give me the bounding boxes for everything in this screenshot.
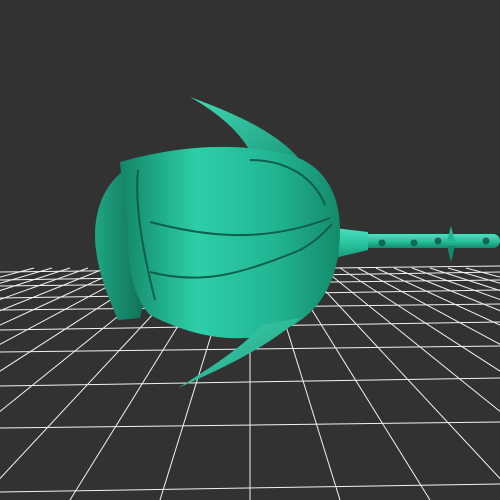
grid-line: [393, 267, 500, 312]
grid-line: [339, 267, 500, 372]
3d-viewport[interactable]: [0, 0, 500, 500]
grid-line: [303, 267, 500, 480]
scene-canvas[interactable]: [0, 0, 500, 500]
grid-line: [357, 267, 500, 345]
grid-line: [321, 267, 500, 413]
stem: [318, 226, 500, 262]
grid-line: [465, 267, 500, 278]
grid-line: [0, 267, 71, 292]
grid-line: [0, 267, 35, 278]
bud: [120, 146, 340, 339]
grid-line: [0, 267, 107, 312]
grid-line: [0, 267, 89, 301]
grid-line: [411, 267, 500, 301]
grid-line: [447, 267, 500, 284]
grid-line: [429, 267, 500, 292]
grid-line: [0, 267, 53, 284]
